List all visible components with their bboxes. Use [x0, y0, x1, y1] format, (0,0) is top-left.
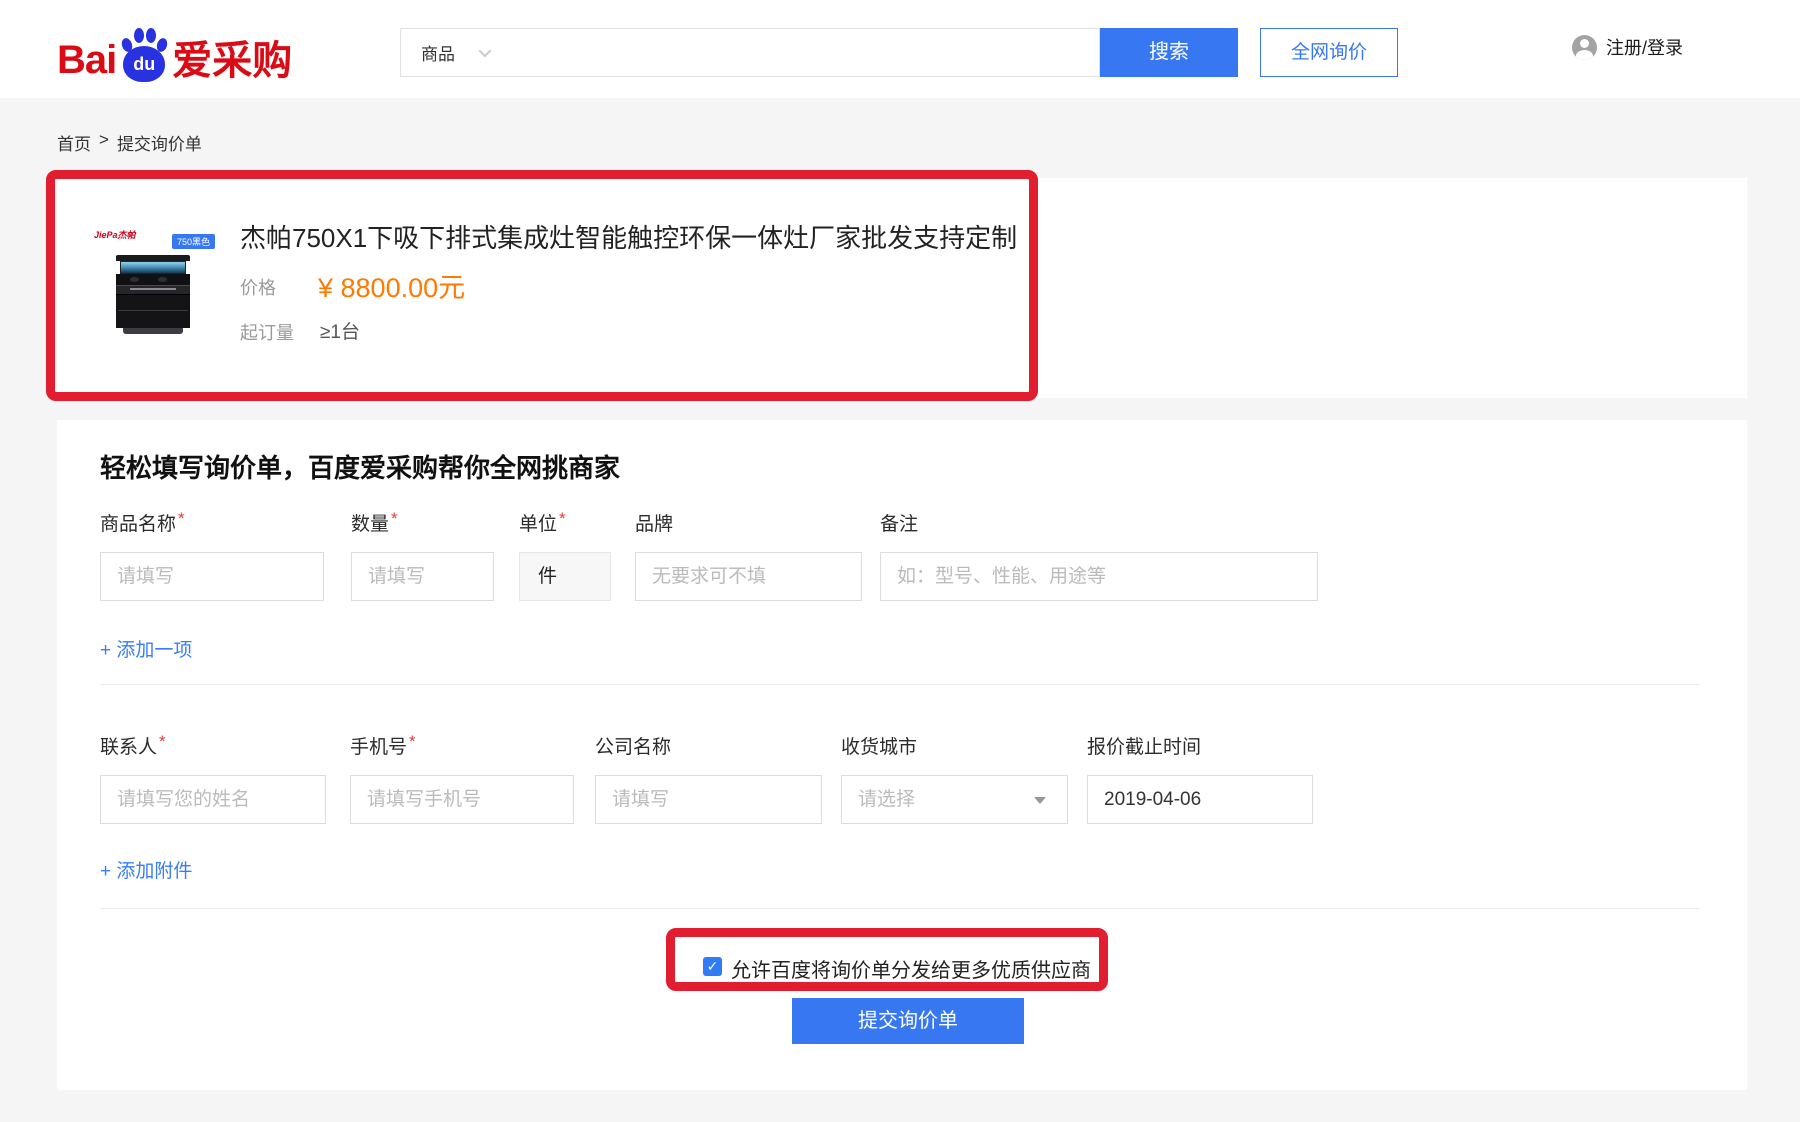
contact-input[interactable]	[100, 775, 326, 824]
breadcrumb-current: 提交询价单	[117, 130, 202, 155]
unit-select[interactable]: 件	[519, 552, 611, 601]
unit-value: 件	[538, 566, 557, 587]
label-unit: 单位*	[519, 509, 566, 536]
search-input[interactable]	[488, 29, 1099, 76]
product-image-badge: 750黑色	[172, 234, 215, 249]
add-attachment-link[interactable]: + 添加附件	[100, 856, 192, 883]
label-deadline: 报价截止时间	[1087, 732, 1201, 759]
label-quantity: 数量*	[351, 509, 398, 536]
consent-label[interactable]: 允许百度将询价单分发给更多优质供应商	[731, 954, 1091, 983]
logo-text-bai: Bai	[57, 36, 116, 84]
product-name-input[interactable]	[100, 552, 324, 601]
baidu-b2b-logo[interactable]: Bai du 爱采购	[57, 26, 292, 84]
search-button[interactable]: 搜索	[1100, 28, 1238, 77]
baidu-paw-icon: du	[119, 26, 169, 84]
submit-inquiry-button[interactable]: 提交询价单	[792, 998, 1024, 1044]
label-city: 收货城市	[841, 732, 917, 759]
product-title[interactable]: 杰帕750X1下吸下排式集成灶智能触控环保一体灶厂家批发支持定制	[240, 218, 1017, 255]
breadcrumb-separator: >	[99, 130, 109, 155]
label-remark: 备注	[880, 509, 918, 536]
required-asterisk: *	[559, 509, 566, 528]
required-asterisk: *	[178, 509, 185, 528]
search-bar: 商品	[400, 28, 1100, 77]
breadcrumb-home[interactable]: 首页	[57, 130, 91, 155]
required-asterisk: *	[391, 509, 398, 528]
register-login-label: 注册/登录	[1606, 34, 1683, 60]
label-phone: 手机号*	[350, 732, 416, 759]
required-asterisk: *	[409, 732, 416, 751]
label-company: 公司名称	[595, 732, 671, 759]
remark-input[interactable]	[880, 552, 1318, 601]
city-select[interactable]	[841, 775, 1068, 824]
company-input[interactable]	[595, 775, 822, 824]
user-avatar-icon	[1572, 35, 1597, 60]
consent-checkbox[interactable]: ✓	[703, 957, 722, 976]
search-category-dropdown[interactable]: 商品	[421, 40, 488, 65]
search-category-label: 商品	[421, 40, 455, 65]
inquiry-form-card: 轻松填写询价单，百度爱采购帮你全网挑商家 商品名称* 数量* 单位* 品牌 备注…	[57, 420, 1747, 1090]
logo-text-aicaigou: 爱采购	[172, 38, 292, 84]
deadline-input[interactable]	[1087, 775, 1313, 824]
brand-input[interactable]	[635, 552, 862, 601]
divider	[100, 908, 1700, 909]
moq-label: 起订量	[240, 319, 294, 345]
quantity-input[interactable]	[351, 552, 494, 601]
divider	[100, 684, 1700, 685]
phone-input[interactable]	[350, 775, 574, 824]
stove-illustration	[116, 255, 190, 335]
label-brand: 品牌	[635, 509, 673, 536]
price-value: ¥ 8800.00元	[318, 266, 465, 305]
product-card: JiePa杰帕 750黑色 杰帕750X1下吸下排式集成灶智能触控环保一体灶厂家…	[57, 178, 1747, 398]
label-contact: 联系人*	[100, 732, 166, 759]
product-image-brand-text: JiePa杰帕	[94, 228, 136, 241]
breadcrumb: 首页 > 提交询价单	[57, 130, 202, 155]
header: Bai du 爱采购 商品 搜索 全网询价 注册/登录	[0, 0, 1800, 98]
add-item-link[interactable]: + 添加一项	[100, 635, 192, 662]
form-heading: 轻松填写询价单，百度爱采购帮你全网挑商家	[100, 448, 620, 485]
product-image[interactable]: JiePa杰帕 750黑色	[90, 200, 215, 340]
global-inquiry-button[interactable]: 全网询价	[1260, 28, 1398, 77]
register-login[interactable]: 注册/登录	[1572, 34, 1683, 60]
price-label: 价格	[240, 274, 276, 300]
label-product-name: 商品名称*	[100, 509, 185, 536]
logo-text-du: du	[133, 54, 155, 75]
moq-value: ≥1台	[320, 317, 360, 344]
required-asterisk: *	[159, 732, 166, 751]
